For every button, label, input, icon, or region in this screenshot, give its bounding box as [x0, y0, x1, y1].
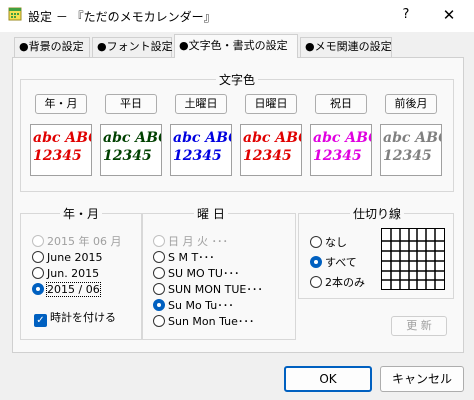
radio-button[interactable] [153, 251, 165, 263]
weekday-color-sample: abc ABC 12345 [100, 124, 162, 176]
divider-option[interactable]: すべて [310, 254, 380, 274]
clock-checkbox-row[interactable]: ✓ 時計を付ける [34, 310, 116, 327]
option-label: Sun Mon Tue･･･ [168, 315, 255, 328]
option-label: SU MO TU･･･ [168, 267, 240, 280]
weekday-option[interactable]: Su Mo Tu･･･ [153, 298, 295, 314]
grid-preview-icon [381, 228, 445, 290]
saturday-color-button[interactable]: 土曜日 [175, 94, 227, 114]
sample-text: abc ABC [33, 130, 91, 146]
cancel-button[interactable]: キャンセル [380, 366, 464, 392]
sunday-color-button[interactable]: 日曜日 [245, 94, 297, 114]
year-month-options: 2015 年 06 月 June 2015 Jun. 2015 2015 / 0… [32, 234, 142, 298]
option-label: June 2015 [47, 251, 103, 264]
holiday-color-button[interactable]: 祝日 [315, 94, 367, 114]
weekday-color-button[interactable]: 平日 [105, 94, 157, 114]
option-label: S M T･･･ [168, 251, 215, 264]
option-label: 日 月 火 ･･･ [168, 235, 228, 248]
adjacent-month-color-button[interactable]: 前後月 [385, 94, 437, 114]
radio-button[interactable] [32, 235, 44, 247]
year-month-option[interactable]: 2015 年 06 月 [32, 234, 142, 250]
sample-number: 12345 [243, 148, 292, 164]
year-month-color-sample: abc ABC 12345 [30, 124, 92, 176]
sample-number: 12345 [103, 148, 152, 164]
close-button[interactable]: ✕ [432, 4, 466, 26]
sample-text: abc ABC [243, 130, 301, 146]
option-label: 2本のみ [325, 276, 365, 289]
tab-background[interactable]: ●背景の設定 [14, 37, 90, 57]
option-label: 2015 / 06 [46, 282, 101, 297]
sample-text: abc ABC [313, 130, 371, 146]
tab-text-color[interactable]: ●文字色・書式の設定 [174, 34, 298, 58]
ok-button[interactable]: OK [284, 366, 372, 392]
window-title: 設定 － 『ただのメモカレンダー』 [28, 10, 216, 24]
sunday-color-sample: abc ABC 12345 [240, 124, 302, 176]
option-label: 2015 年 06 月 [47, 235, 122, 248]
year-month-title: 年・月 [60, 205, 103, 222]
update-button[interactable]: 更 新 [391, 316, 447, 336]
sample-text: abc ABC [173, 130, 231, 146]
tab-font[interactable]: ●フォント設定 [92, 37, 173, 57]
clock-checkbox-label: 時計を付ける [50, 311, 116, 324]
radio-button[interactable] [32, 267, 44, 279]
help-button[interactable]: ? [392, 4, 420, 26]
sample-number: 12345 [313, 148, 362, 164]
option-label: Su Mo Tu･･･ [168, 299, 234, 312]
option-label: Jun. 2015 [47, 267, 100, 280]
radio-button[interactable] [153, 299, 165, 311]
sample-number: 12345 [33, 148, 82, 164]
radio-button[interactable] [153, 235, 165, 247]
calendar-app-icon [8, 7, 22, 21]
radio-button[interactable] [153, 283, 165, 295]
radio-button[interactable] [153, 267, 165, 279]
tab-memo[interactable]: ●メモ関連の設定 [300, 37, 392, 57]
radio-button[interactable] [32, 251, 44, 263]
adjacent-month-color-sample: abc ABC 12345 [380, 124, 442, 176]
year-month-option[interactable]: 2015 / 06 [32, 282, 142, 298]
year-month-option[interactable]: Jun. 2015 [32, 266, 142, 282]
option-label: SUN MON TUE･･･ [168, 283, 263, 296]
radio-button[interactable] [153, 315, 165, 327]
weekday-title: 曜 日 [194, 205, 228, 222]
divider-title: 仕切り線 [350, 205, 405, 222]
sample-text: abc ABC [103, 130, 161, 146]
weekday-options: 日 月 火 ･･･ S M T･･･ SU MO TU･･･ SUN MON T… [153, 234, 295, 330]
weekday-option[interactable]: S M T･･･ [153, 250, 295, 266]
holiday-color-sample: abc ABC 12345 [310, 124, 372, 176]
radio-button[interactable] [32, 283, 44, 295]
weekday-option[interactable]: 日 月 火 ･･･ [153, 234, 295, 250]
sample-number: 12345 [173, 148, 222, 164]
option-label: なし [325, 236, 347, 249]
checkmark-icon[interactable]: ✓ [34, 314, 47, 327]
radio-button[interactable] [310, 256, 322, 268]
weekday-option[interactable]: Sun Mon Tue･･･ [153, 314, 295, 330]
weekday-option[interactable]: SUN MON TUE･･･ [153, 282, 295, 298]
weekday-option[interactable]: SU MO TU･･･ [153, 266, 295, 282]
year-month-color-button[interactable]: 年・月 [35, 94, 87, 114]
divider-options: なし すべて 2本のみ [310, 234, 380, 294]
radio-button[interactable] [310, 276, 322, 288]
radio-button[interactable] [310, 236, 322, 248]
divider-option[interactable]: 2本のみ [310, 274, 380, 294]
option-label: すべて [325, 256, 357, 269]
sample-text: abc ABC [383, 130, 441, 146]
saturday-color-sample: abc ABC 12345 [170, 124, 232, 176]
year-month-option[interactable]: June 2015 [32, 250, 142, 266]
text-color-title: 文字色 [216, 71, 259, 88]
sample-number: 12345 [383, 148, 432, 164]
divider-option[interactable]: なし [310, 234, 380, 254]
